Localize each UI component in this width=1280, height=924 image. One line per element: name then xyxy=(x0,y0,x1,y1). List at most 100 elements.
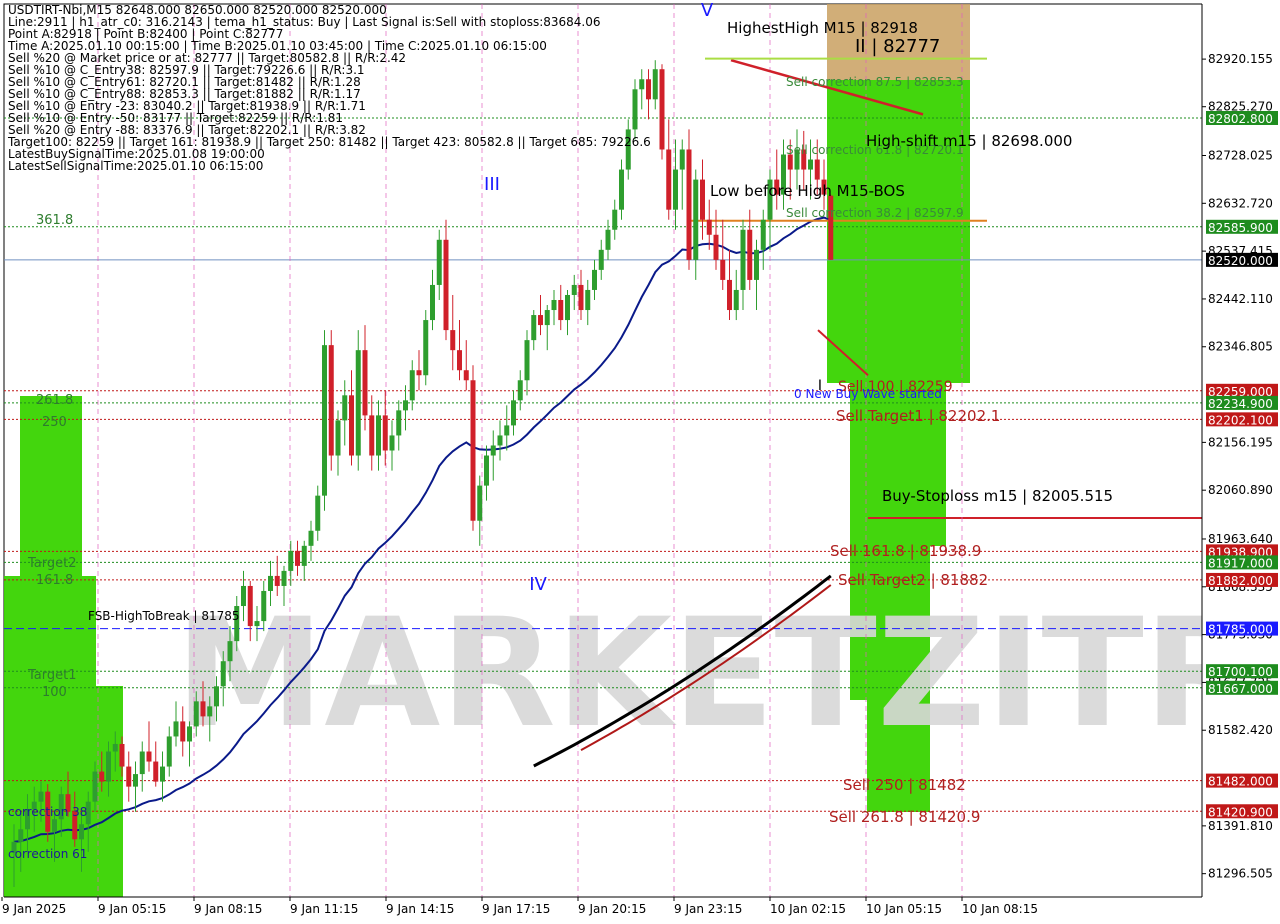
y-tick-label: 82060.890 xyxy=(1208,483,1273,497)
candle-body xyxy=(308,530,314,546)
chart-root: MARKETZITRADE HighestHigh M15 | 82918II … xyxy=(0,0,1280,920)
candle-body xyxy=(686,149,692,260)
candle-body xyxy=(700,179,705,220)
candle-body xyxy=(409,370,415,401)
candle-body xyxy=(497,435,503,446)
candle-body xyxy=(193,701,199,727)
candle-body xyxy=(450,330,456,351)
candle-body xyxy=(605,229,611,250)
candle-body xyxy=(112,743,118,752)
y-tick-label: 81296.505 xyxy=(1208,867,1273,881)
candle-body xyxy=(808,159,813,170)
x-tick-label: 10 Jan 08:15 xyxy=(962,902,1038,916)
candle-body xyxy=(106,751,111,782)
candle-body xyxy=(443,239,449,331)
candle-body xyxy=(659,69,665,150)
candle-body xyxy=(247,585,253,627)
candle-body xyxy=(241,585,246,607)
price-label-text: 81917.000 xyxy=(1208,556,1273,570)
candle-body xyxy=(544,310,550,326)
annotation-label: V xyxy=(701,0,714,21)
candle-body xyxy=(133,774,138,787)
zone-rect xyxy=(827,80,970,383)
annotation-label: Target1 xyxy=(27,668,77,683)
candle-body xyxy=(295,550,300,566)
annotation-label: High-shift m15 | 82698.000 xyxy=(866,132,1072,150)
candle-body xyxy=(538,315,543,326)
price-label-text: 82585.900 xyxy=(1208,221,1273,235)
candle-body xyxy=(740,229,746,290)
candle-body xyxy=(727,279,732,311)
candle-body xyxy=(484,455,489,486)
candle-body xyxy=(517,380,523,401)
annotation-label: correction 61 xyxy=(8,847,87,861)
candle-body xyxy=(288,550,294,571)
annotation-label: II | 82777 xyxy=(855,36,940,57)
candle-body xyxy=(166,736,172,767)
x-tick-label: 10 Jan 02:15 xyxy=(770,902,846,916)
candle-body xyxy=(99,771,105,782)
candle-body xyxy=(328,345,334,456)
annotation-label: Sell correction 38.2 | 82597.9 xyxy=(786,206,964,220)
candle-body xyxy=(389,435,395,451)
y-tick-label: 82442.110 xyxy=(1208,292,1273,306)
annotation-label: 161.8 xyxy=(36,573,73,588)
x-tick-label: 9 Jan 11:15 xyxy=(290,902,358,916)
price-label-text: 82234.900 xyxy=(1208,397,1273,411)
candle-body xyxy=(423,320,429,376)
candle-body xyxy=(551,299,557,311)
candle-body xyxy=(18,829,24,842)
candle-body xyxy=(200,701,206,717)
candle-body xyxy=(139,751,145,775)
candle-body xyxy=(531,315,537,341)
candle-body xyxy=(119,743,125,767)
candle-body xyxy=(254,621,260,627)
price-label-text: 82520.000 xyxy=(1208,254,1273,268)
candle-body xyxy=(146,751,152,762)
candle-body xyxy=(632,89,638,130)
candle-body xyxy=(187,726,192,742)
candle-body xyxy=(52,819,57,832)
candle-body xyxy=(322,345,327,496)
price-label-text: 81700.100 xyxy=(1208,665,1273,679)
candle-body xyxy=(524,340,530,381)
y-tick-label: 81391.810 xyxy=(1208,819,1273,833)
x-tick-label: 9 Jan 2025 xyxy=(2,902,66,916)
candle-body xyxy=(713,234,719,260)
annotation-label: FSB-HighToBreak | 81785 xyxy=(88,609,240,623)
candle-body xyxy=(335,420,341,456)
x-tick-label: 9 Jan 14:15 xyxy=(386,902,454,916)
candle-body xyxy=(754,249,759,280)
candle-body xyxy=(666,149,672,210)
price-label-text: 81667.000 xyxy=(1208,682,1273,696)
candle-body xyxy=(315,495,321,531)
candle-body xyxy=(126,766,132,787)
candle-body xyxy=(180,721,186,742)
annotation-label: 100 xyxy=(42,685,67,700)
candle-body xyxy=(652,69,658,100)
candle-body xyxy=(679,149,685,170)
candle-body xyxy=(490,445,496,456)
annotation-label: Sell correction 87.5 | 82853.3 xyxy=(786,75,964,89)
candle-body xyxy=(747,229,753,280)
candle-body xyxy=(760,219,766,250)
y-tick-label: 82632.720 xyxy=(1208,196,1273,210)
x-tick-label: 9 Jan 08:15 xyxy=(194,902,262,916)
candle-body xyxy=(706,219,712,235)
annotation-label: Sell Target1 | 82202.1 xyxy=(836,407,1000,425)
y-tick-label: 82728.025 xyxy=(1208,148,1273,162)
candle-body xyxy=(463,370,469,381)
candle-body xyxy=(173,721,179,737)
candle-body xyxy=(720,259,726,280)
price-label-text: 82202.100 xyxy=(1208,413,1273,427)
candle-body xyxy=(349,395,354,456)
x-tick-label: 9 Jan 17:15 xyxy=(482,902,550,916)
candle-body xyxy=(227,641,233,662)
annotation-label: Sell 261.8 | 81420.9 xyxy=(829,808,980,826)
candle-body xyxy=(436,239,442,285)
annotation-label: Buy-Stoploss m15 | 82005.515 xyxy=(882,487,1113,505)
watermark: MARKETZITRADE xyxy=(175,587,1280,761)
annotation-label: Low before High M15-BOS xyxy=(710,182,905,200)
candle-body xyxy=(457,350,462,371)
annotation-label: 250 xyxy=(42,415,67,430)
